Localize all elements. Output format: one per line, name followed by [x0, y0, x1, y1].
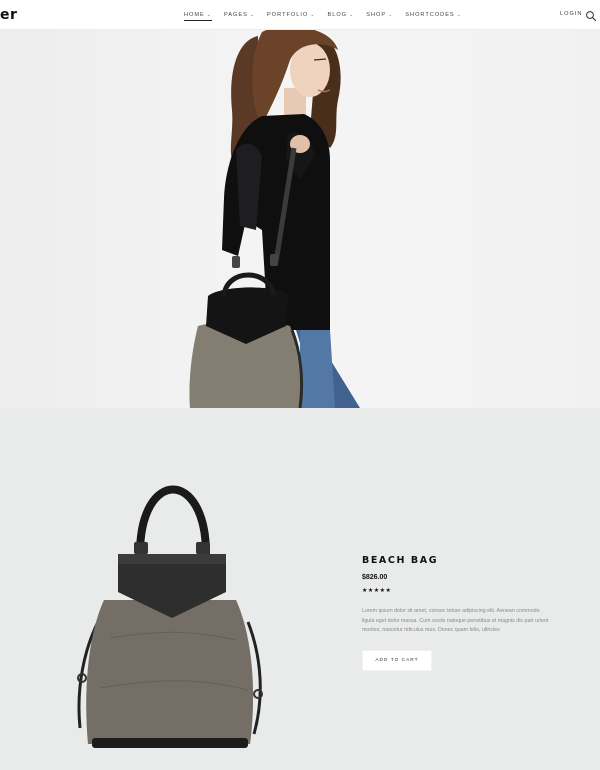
product-section: BEACH BAG $826.00 ★★★★★ Lorem ipsum dolo… [0, 408, 600, 770]
product-price: $826.00 [362, 574, 388, 581]
chevron-down-icon: ⌄ [349, 12, 355, 18]
nav-item-portfolio[interactable]: PORTFOLIO ⌄ [267, 0, 315, 30]
nav-label: PAGES [223, 12, 248, 18]
chevron-down-icon: ⌄ [456, 12, 462, 18]
rating-stars: ★★★★★ [362, 588, 392, 594]
site-header: er HOME ⌄ PAGES ⌄ PORTFOLIO ⌄ BLOG ⌄ SHO… [0, 0, 600, 30]
nav-label: PORTFOLIO [267, 12, 309, 18]
nav-label: SHOP [366, 12, 387, 18]
nav-item-home[interactable]: HOME ⌄ [184, 0, 212, 30]
nav-item-shop[interactable]: SHOP ⌄ [366, 0, 393, 30]
search-button[interactable] [585, 9, 597, 22]
nav-item-pages[interactable]: PAGES ⌄ [224, 0, 255, 30]
chevron-down-icon: ⌄ [310, 12, 316, 18]
login-link[interactable]: LOGIN [560, 11, 582, 17]
backpack-product-image[interactable] [0, 408, 340, 770]
product-description: Lorem ipsum dolor sit amet, consec tetue… [362, 608, 549, 633]
site-logo[interactable]: er [0, 7, 17, 23]
chevron-down-icon: ⌄ [206, 12, 212, 18]
chevron-down-icon: ⌄ [249, 12, 256, 18]
hero-banner [0, 30, 600, 408]
model-with-bag-image [189, 30, 360, 408]
search-icon [586, 11, 597, 22]
nav-item-shortcodes[interactable]: SHORTCODES ⌄ [405, 0, 462, 30]
main-nav: HOME ⌄ PAGES ⌄ PORTFOLIO ⌄ BLOG ⌄ SHOP ⌄… [184, 0, 462, 30]
nav-label: HOME [184, 12, 205, 18]
nav-label: SHORTCODES [405, 12, 455, 18]
nav-item-blog[interactable]: BLOG ⌄ [327, 0, 354, 30]
nav-label: BLOG [327, 12, 348, 18]
chevron-down-icon: ⌄ [388, 12, 394, 18]
product-title: BEACH BAG [362, 555, 439, 566]
add-to-cart-button[interactable]: ADD TO CART [362, 650, 432, 671]
